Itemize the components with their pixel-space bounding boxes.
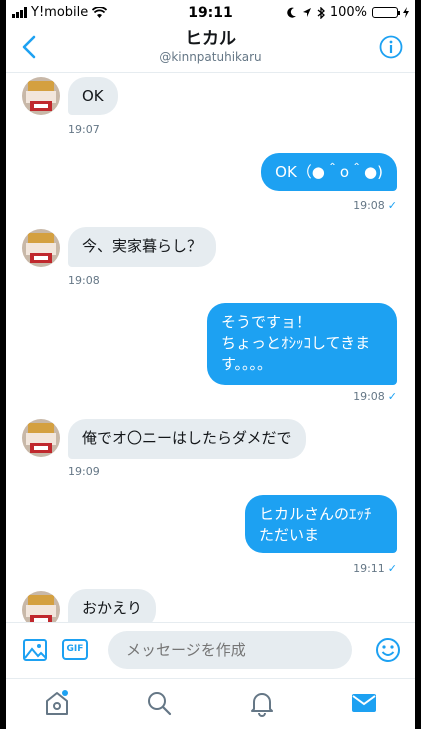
notifications-icon[interactable]	[248, 689, 276, 717]
message-time: 19:09	[68, 465, 100, 478]
moon-icon	[287, 7, 296, 18]
conversation-header: ヒカル @kinnpatuhikaru	[6, 26, 415, 73]
gif-button[interactable]: GIF	[62, 639, 88, 660]
status-bar: Y!mobile 19:11 100%	[6, 0, 415, 26]
message-line: ヒカルさんのｴｯﾁ	[259, 505, 372, 523]
conversation-title: ヒカル	[185, 29, 236, 49]
bluetooth-icon	[317, 6, 325, 19]
message-line: す。。。。	[221, 355, 273, 373]
read-check-icon: ✓	[387, 562, 397, 575]
avatar[interactable]	[22, 591, 60, 622]
battery-icon	[372, 7, 400, 18]
emoji-icon[interactable]	[375, 637, 401, 663]
avatar[interactable]	[22, 77, 60, 115]
tab-bar	[6, 678, 415, 729]
avatar[interactable]	[22, 229, 60, 267]
message-bubble[interactable]: OK	[68, 77, 118, 115]
conversation-handle: @kinnpatuhikaru	[159, 50, 262, 64]
message-time-text: 19:08	[353, 199, 385, 212]
image-icon[interactable]	[22, 638, 48, 662]
message-time: 19:08 ✓	[353, 199, 397, 212]
message-time: 19:07	[68, 123, 100, 136]
message-list[interactable]: OK 19:07 OK（●＾o＾●) 19:08 ✓ 今、実家暮らし？ 19:08…	[6, 73, 415, 622]
message-input[interactable]	[108, 631, 352, 669]
message-time: 19:11 ✓	[353, 562, 397, 575]
message-bubble[interactable]: OK（●＾o＾●)	[261, 153, 397, 191]
charging-icon	[403, 7, 409, 18]
messages-icon[interactable]	[350, 689, 378, 717]
read-check-icon: ✓	[387, 199, 397, 212]
message-bubble[interactable]: 今、実家暮らし？	[68, 227, 217, 267]
message-line: そうですョ！	[221, 313, 312, 331]
message-line: ただいま	[259, 526, 320, 544]
info-icon[interactable]	[379, 35, 403, 59]
read-check-icon: ✓	[387, 390, 397, 403]
message-time: 19:08	[68, 274, 100, 287]
battery-percent: 100%	[329, 5, 367, 20]
message-time-text: 19:11	[353, 562, 385, 575]
message-bubble[interactable]: そうですョ！ ちょっとｵｼｯｺしてきま す。。。。	[207, 303, 397, 385]
dm-screen: Y!mobile 19:11 100% ヒカル @kinnpatuhikaru	[6, 0, 415, 729]
message-time-text: 19:08	[353, 390, 385, 403]
message-line: ちょっとｵｼｯｺしてきま	[221, 334, 371, 352]
message-bubble[interactable]: ヒカルさんのｴｯﾁ ただいま	[245, 495, 397, 553]
home-icon[interactable]	[43, 689, 71, 717]
message-composer: GIF	[6, 622, 415, 679]
search-icon[interactable]	[145, 689, 173, 717]
avatar[interactable]	[22, 419, 60, 457]
message-bubble[interactable]: おかえり	[68, 589, 157, 622]
message-time: 19:08 ✓	[353, 390, 397, 403]
message-bubble[interactable]: 俺でオ〇ニーはしたらダメだで	[68, 419, 306, 459]
location-icon	[302, 8, 311, 17]
